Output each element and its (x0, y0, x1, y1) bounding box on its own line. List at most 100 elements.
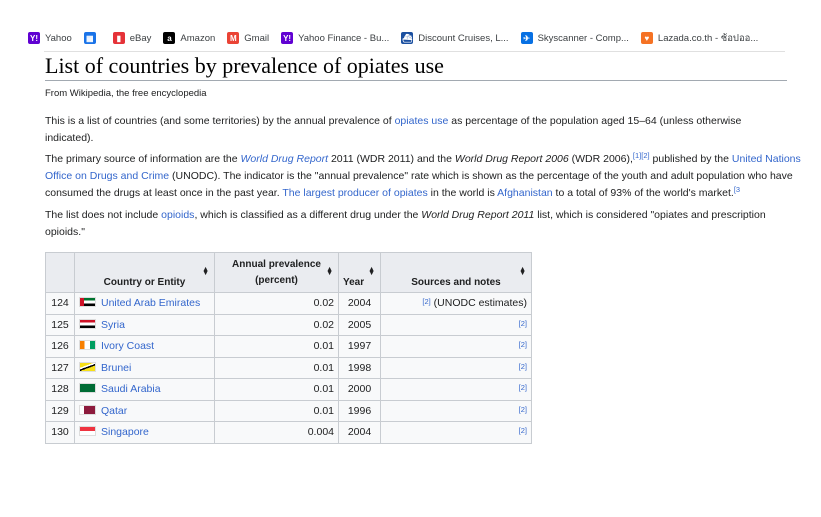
qatar-flag-icon (79, 404, 96, 415)
lazada-icon: ♥ (640, 32, 653, 44)
country-link[interactable]: Syria (101, 319, 125, 331)
sources-cell: [2] (380, 378, 532, 401)
text: The list does not include (45, 209, 162, 221)
rank-cell: 127 (45, 356, 75, 379)
amazon-icon: a (163, 32, 176, 44)
bookmark-label: Skyscanner - Comp... (537, 32, 629, 44)
bookmark-item[interactable]: ⛴ Discount Cruises, L... (401, 32, 509, 44)
text: , which is classified as a different dru… (194, 209, 422, 221)
uae-flag-icon (79, 297, 96, 308)
year-cell: 2004 (338, 292, 381, 315)
year-cell: 1998 (338, 356, 381, 379)
reference-link[interactable]: [2] (519, 426, 527, 435)
country-link[interactable]: Ivory Coast (101, 340, 154, 352)
rank-cell: 126 (45, 335, 75, 358)
text: This is a list of countries (and some te… (45, 115, 395, 127)
opioids-link[interactable]: opioids (161, 209, 194, 221)
sort-arrows-icon[interactable]: ▲ ▼ (202, 266, 209, 277)
text: 2011 (WDR 2011) and the (328, 153, 455, 165)
bookmark-item[interactable]: Y! Yahoo Finance - Bu... (281, 32, 389, 44)
year-cell: 2005 (338, 313, 381, 336)
table-header-row: Country or Entity ▲ ▼ Annual prevalence (pe… (45, 252, 532, 293)
country-header[interactable]: Country or Entity ▲ ▼ (74, 252, 215, 293)
largest-producer-link[interactable]: The largest producer of opiates (282, 187, 427, 199)
year-cell: 1997 (338, 335, 381, 358)
wdr-2006-title: World Drug Report 2006 (454, 153, 569, 165)
bookmark-label: Amazon (180, 32, 216, 44)
sort-arrows-icon[interactable]: ▲ ▼ (326, 266, 333, 277)
country-cell: Syria (74, 313, 215, 336)
rank-cell: 125 (45, 313, 75, 336)
bookmark-item[interactable]: ♥ Lazada.co.th - ช้อปออ... (640, 31, 758, 46)
reference-link[interactable]: [2] (422, 297, 430, 306)
text: published by the (649, 153, 732, 165)
table-row: 124 United Arab Emirates 0.02 2004 [2] (UNOD… (45, 292, 532, 315)
reference-link[interactable]: [2] (519, 405, 527, 414)
page-title: List of countries by prevalence of opiat… (45, 53, 787, 81)
prevalence-cell: 0.02 (214, 313, 339, 336)
cruise-icon: ⛴ (401, 32, 414, 44)
intro-paragraph: This is a list of countries (and some te… (45, 113, 790, 147)
prevalence-cell: 0.01 (214, 399, 339, 422)
gmail-icon: M (227, 32, 240, 44)
reference-link[interactable]: [2] (519, 340, 527, 349)
sort-arrows-icon[interactable]: ▲ ▼ (368, 266, 375, 277)
source-note: (UNODC estimates) (430, 297, 527, 310)
yahoo-finance-icon: Y! (281, 32, 294, 44)
tagline: From Wikipedia, the free encyclopedia (45, 88, 207, 99)
prevalence-cell: 0.01 (214, 335, 339, 358)
country-link[interactable]: Singapore (101, 426, 149, 438)
prevalence-cell: 0.01 (214, 378, 339, 401)
bookmark-item[interactable]: ▦ (83, 32, 101, 44)
country-cell: Saudi Arabia (74, 378, 215, 401)
bookmark-item[interactable]: ▮ eBay (112, 32, 151, 44)
bookmark-label: Yahoo Finance - Bu... (298, 32, 390, 44)
sources-cell: [2] (UNODC estimates) (380, 292, 532, 315)
prevalence-cell: 0.01 (214, 356, 339, 379)
yahoo-icon: Y! (28, 32, 40, 44)
afghanistan-link[interactable]: Afghanistan (497, 187, 552, 199)
reference-link[interactable]: [2] (519, 362, 527, 371)
prevalence-header[interactable]: Annual prevalence (percent) ▲ ▼ (214, 252, 339, 293)
wdr-2011-title: World Drug Report 2011 (421, 209, 535, 221)
reference-link[interactable]: [2] (519, 319, 527, 328)
rank-cell: 128 (45, 378, 75, 401)
rank-header (45, 252, 75, 293)
singapore-flag-icon (79, 426, 96, 437)
table-row: 128 Saudi Arabia 0.01 2000 [2] (45, 378, 532, 401)
year-cell: 1996 (338, 399, 381, 422)
opiates-use-link[interactable]: opiates use (395, 115, 449, 127)
country-link[interactable]: Saudi Arabia (101, 383, 161, 395)
prevalence-table: Country or Entity ▲ ▼ Annual prevalence (pe… (45, 252, 532, 444)
text: in the world is (427, 187, 498, 199)
sources-cell: [2] (380, 335, 532, 358)
country-cell: Singapore (74, 421, 215, 444)
prevalence-cell: 0.004 (214, 421, 339, 444)
rank-cell: 129 (45, 399, 75, 422)
sources-cell: [2] (380, 356, 532, 379)
bookmark-label: Yahoo (45, 32, 72, 44)
sort-arrows-icon[interactable]: ▲ ▼ (519, 266, 526, 277)
reference-link[interactable]: [3 (734, 185, 740, 194)
skyscanner-icon: ✈ (520, 32, 533, 44)
table-row: 126 Ivory Coast 0.01 1997 [2] (45, 335, 532, 358)
reference-link[interactable]: [1][2] (633, 151, 650, 160)
bookmark-item[interactable]: Y! Yahoo (28, 32, 72, 44)
bookmark-item[interactable]: M Gmail (227, 32, 269, 44)
country-link[interactable]: Brunei (101, 362, 131, 374)
bookmark-item[interactable]: a Amazon (163, 32, 215, 44)
text: The primary source of information are th… (45, 153, 241, 165)
country-link[interactable]: United Arab Emirates (101, 297, 200, 309)
sources-cell: [2] (380, 399, 532, 422)
reference-link[interactable]: [2] (519, 383, 527, 392)
ebay-icon: ▮ (112, 32, 125, 44)
world-drug-report-link[interactable]: World Drug Report (241, 153, 329, 165)
brunei-flag-icon (79, 361, 96, 372)
exclusion-paragraph: The list does not include opioids, which… (45, 207, 790, 241)
country-link[interactable]: Qatar (101, 405, 127, 417)
country-cell: Qatar (74, 399, 215, 422)
bookmark-item[interactable]: ✈ Skyscanner - Comp... (520, 32, 629, 44)
year-header[interactable]: Year ▲ ▼ (338, 252, 381, 293)
sources-header[interactable]: Sources and notes ▲ ▼ (380, 252, 532, 293)
table-row: 130 Singapore 0.004 2004 [2] (45, 421, 532, 444)
